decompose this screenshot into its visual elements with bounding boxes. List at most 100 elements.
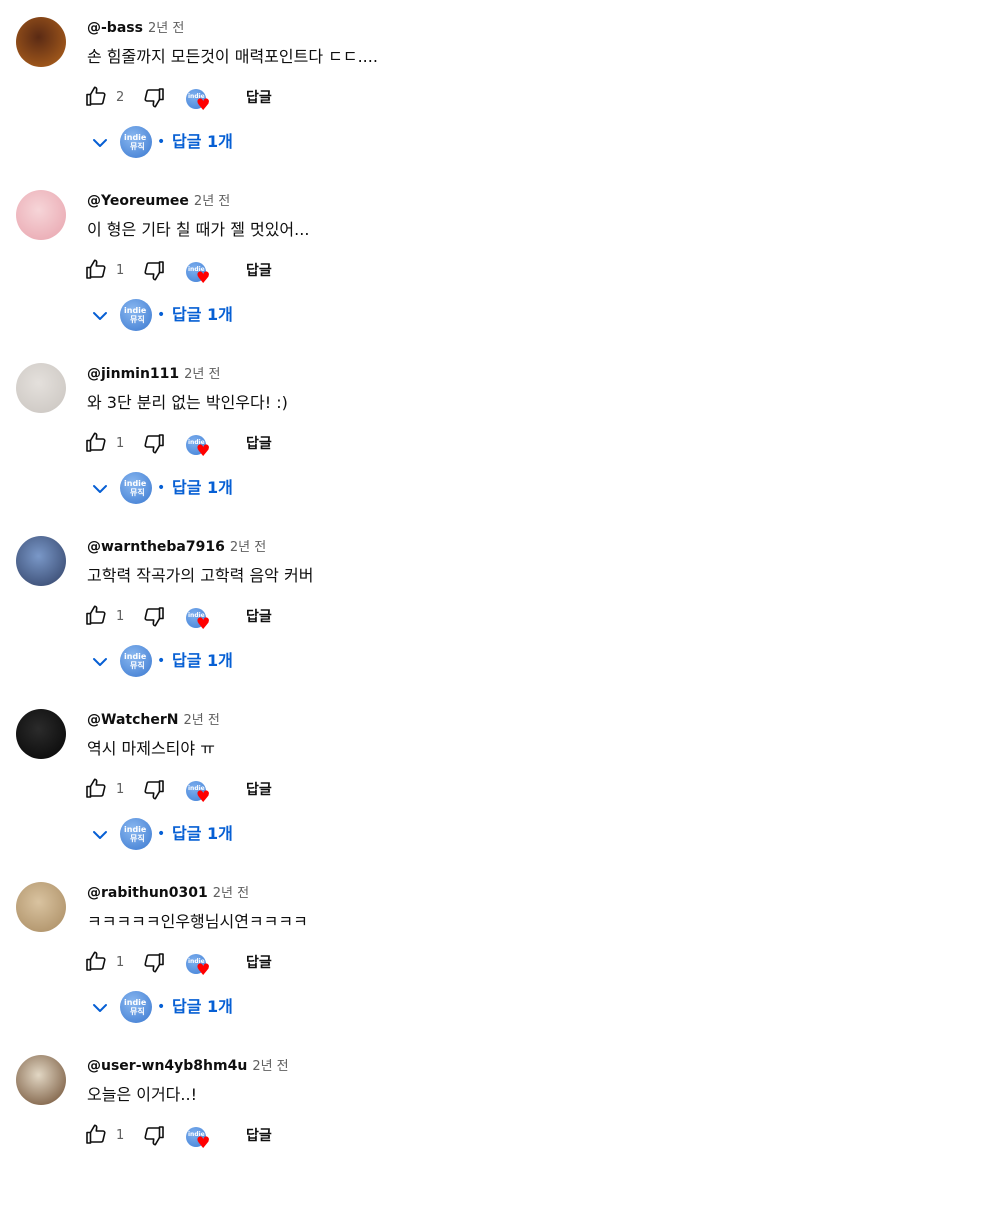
dislike-button[interactable] [141,260,167,286]
avatar[interactable] [16,882,66,932]
comment-actions: 2 indie ♥ 답글 [0,83,400,113]
reply-button[interactable]: 답글 [238,602,280,632]
reply-button[interactable]: 답글 [238,429,280,459]
comment-thread: @Yeoreumee 2년 전 이 형은 기타 칠 때가 젤 멋있어... 1 i… [0,173,1000,346]
like-button[interactable] [83,950,109,976]
heart-icon: ♥ [196,268,211,287]
author-name[interactable]: @-bass [87,20,143,36]
chevron-down-icon [92,135,108,149]
reply-button[interactable]: 답글 [238,1121,280,1151]
comment-actions: 1 indie ♥ 답글 [0,429,400,459]
like-button[interactable] [83,1123,109,1149]
avatar[interactable] [16,17,66,67]
separator-dot: • [157,134,166,150]
comment-actions: 1 indie ♥ 답글 [0,775,400,805]
creator-reply-avatar: indie 뮤직 [120,818,152,850]
like-button[interactable] [83,85,109,111]
creator-reply-avatar: indie 뮤직 [120,299,152,331]
view-replies-button[interactable]: indie 뮤직 • 답글 1개 [86,816,306,852]
comment-thread: @WatcherN 2년 전 역시 마제스티야 ㅠ 1 indie ♥ 답글 in… [0,692,1000,865]
view-replies-button[interactable]: indie 뮤직 • 답글 1개 [86,297,306,333]
thumb-down-icon [142,605,166,633]
dislike-button[interactable] [141,606,167,632]
dislike-button[interactable] [141,87,167,113]
like-count: 1 [116,1128,125,1143]
heart-icon: ♥ [196,614,211,633]
like-button[interactable] [83,777,109,803]
view-replies-button[interactable]: indie 뮤직 • 답글 1개 [86,989,306,1025]
comment-header: @-bass 2년 전 [87,17,184,37]
comment-text: 와 3단 분리 없는 박인우다! :) [87,393,288,412]
author-name[interactable]: @WatcherN [87,712,178,728]
like-button[interactable] [83,258,109,284]
creator-heart-icon[interactable]: indie ♥ [186,435,216,463]
view-replies-button[interactable]: indie 뮤직 • 답글 1개 [86,643,306,679]
thumb-up-icon [84,84,108,112]
avatar[interactable] [16,363,66,413]
like-button[interactable] [83,431,109,457]
thumb-up-icon [84,603,108,631]
like-count: 1 [116,955,125,970]
creator-heart-icon[interactable]: indie ♥ [186,608,216,636]
comment-text: 오늘은 이거다..! [87,1085,197,1104]
avatar[interactable] [16,709,66,759]
comment-header: @warntheba7916 2년 전 [87,536,266,556]
creator-heart-icon[interactable]: indie ♥ [186,954,216,982]
view-replies-button[interactable]: indie 뮤직 • 답글 1개 [86,124,306,160]
dislike-button[interactable] [141,952,167,978]
timestamp[interactable]: 2년 전 [183,713,219,728]
author-name[interactable]: @Yeoreumee [87,193,189,209]
like-button[interactable] [83,604,109,630]
comment-header: @rabithun0301 2년 전 [87,882,249,902]
chevron-down-icon [92,481,108,495]
author-name[interactable]: @warntheba7916 [87,539,225,555]
creator-heart-icon[interactable]: indie ♥ [186,89,216,117]
dislike-button[interactable] [141,433,167,459]
dislike-button[interactable] [141,1125,167,1151]
timestamp[interactable]: 2년 전 [230,540,266,555]
comment-text: 고학력 작곡가의 고학력 음악 커버 [87,566,314,585]
dislike-button[interactable] [141,779,167,805]
heart-icon: ♥ [196,787,211,806]
creator-reply-avatar: indie 뮤직 [120,645,152,677]
separator-dot: • [157,999,166,1015]
replies-count-label: 답글 1개 [172,651,233,670]
separator-dot: • [157,826,166,842]
separator-dot: • [157,653,166,669]
reply-button[interactable]: 답글 [238,256,280,286]
timestamp[interactable]: 2년 전 [184,367,220,382]
author-name[interactable]: @user-wn4yb8hm4u [87,1058,247,1074]
thumb-up-icon [84,430,108,458]
replies-count-label: 답글 1개 [172,824,233,843]
comment-header: @WatcherN 2년 전 [87,709,220,729]
reply-button[interactable]: 답글 [238,83,280,113]
creator-heart-icon[interactable]: indie ♥ [186,781,216,809]
author-name[interactable]: @rabithun0301 [87,885,208,901]
comment-text: 이 형은 기타 칠 때가 젤 멋있어... [87,220,310,239]
comment-thread: @warntheba7916 2년 전 고학력 작곡가의 고학력 음악 커버 1 … [0,519,1000,692]
thumb-up-icon [84,257,108,285]
avatar[interactable] [16,190,66,240]
avatar[interactable] [16,536,66,586]
timestamp[interactable]: 2년 전 [148,21,184,36]
author-name[interactable]: @jinmin111 [87,366,179,382]
comment-actions: 1 indie ♥ 답글 [0,256,400,286]
like-count: 1 [116,609,125,624]
creator-reply-avatar: indie 뮤직 [120,991,152,1023]
heart-icon: ♥ [196,95,211,114]
timestamp[interactable]: 2년 전 [213,886,249,901]
timestamp[interactable]: 2년 전 [194,194,230,209]
avatar[interactable] [16,1055,66,1105]
creator-heart-icon[interactable]: indie ♥ [186,1127,216,1155]
creator-heart-icon[interactable]: indie ♥ [186,262,216,290]
like-count: 1 [116,782,125,797]
comment-thread: @user-wn4yb8hm4u 2년 전 오늘은 이거다..! 1 indie … [0,1038,1000,1211]
view-replies-button[interactable]: indie 뮤직 • 답글 1개 [86,470,306,506]
thumb-up-icon [84,949,108,977]
reply-button[interactable]: 답글 [238,775,280,805]
timestamp[interactable]: 2년 전 [252,1059,288,1074]
comment-thread: @-bass 2년 전 손 힘줄까지 모든것이 매력포인트다 ㄷㄷ.... 2 i… [0,0,1000,173]
like-count: 2 [116,90,125,105]
reply-button[interactable]: 답글 [238,948,280,978]
comment-text: ㅋㅋㅋㅋㅋ인우행님시연ㅋㅋㅋㅋ [87,912,308,931]
